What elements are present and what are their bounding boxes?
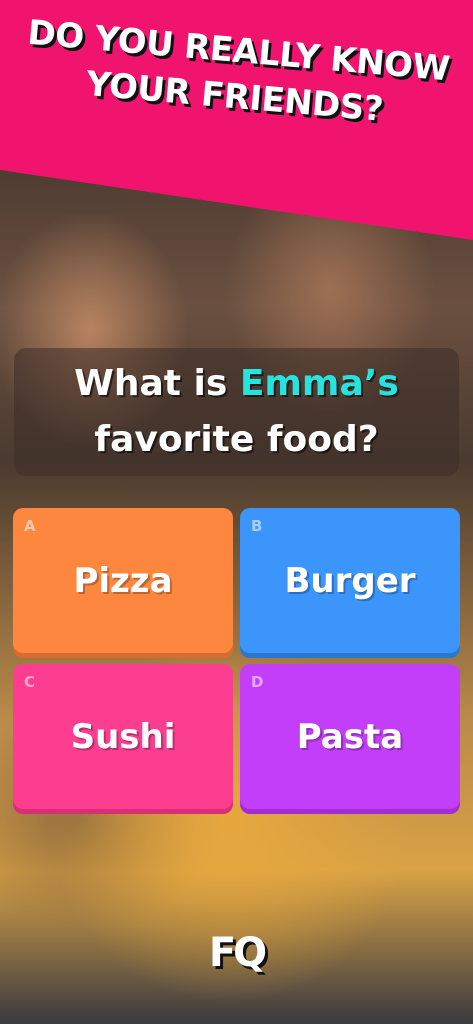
question-friend-name: Emma’s — [239, 363, 399, 404]
question-prefix: What is — [74, 363, 240, 404]
answer-option-c[interactable]: C Sushi — [13, 664, 233, 809]
app-logo: FQ — [208, 930, 267, 976]
answer-letter: B — [251, 517, 263, 535]
answer-option-b[interactable]: B Burger — [240, 508, 460, 653]
answer-letter: A — [24, 517, 36, 535]
question-card: What is Emma’s favorite food? — [14, 348, 459, 476]
answer-option-d[interactable]: D Pasta — [240, 664, 460, 809]
answer-label: Pasta — [296, 716, 404, 757]
question-line-2: favorite food? — [94, 419, 379, 460]
answer-label: Sushi — [70, 716, 176, 757]
answer-letter: D — [251, 673, 264, 691]
answer-label: Pizza — [73, 560, 173, 601]
answer-letter: C — [24, 673, 36, 691]
question-line-1: What is Emma’s — [74, 356, 399, 412]
answer-label: Burger — [284, 560, 416, 601]
answer-option-a[interactable]: A Pizza — [13, 508, 233, 653]
